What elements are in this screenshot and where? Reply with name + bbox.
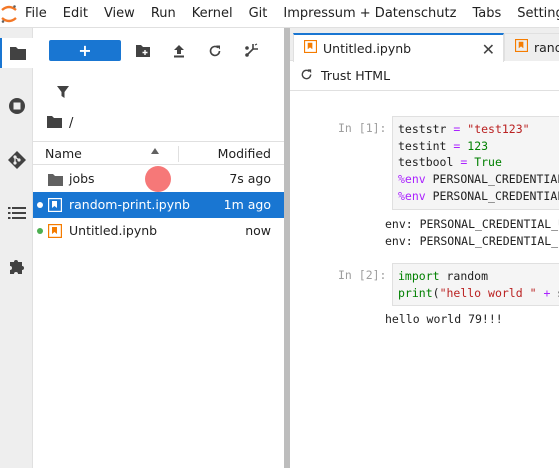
toc-icon[interactable] <box>0 198 33 228</box>
menu-git[interactable]: Git <box>241 0 276 28</box>
running-indicator-dot <box>37 228 43 234</box>
file-row-untitled[interactable]: Untitled.ipynb now <box>33 218 284 244</box>
file-name: jobs <box>69 171 95 186</box>
code-line: import random <box>398 269 489 283</box>
new-folder-icon[interactable] <box>131 40 155 62</box>
upload-icon[interactable] <box>167 40 191 62</box>
column-modified-header[interactable]: Modified <box>218 146 271 161</box>
file-name: random-print.ipynb <box>69 197 190 212</box>
tab-random-print[interactable]: rando <box>504 33 559 61</box>
cell-prompt: In [1]: <box>338 121 387 135</box>
output-line: env: PERSONAL_CREDENTIAL_PA <box>385 233 559 248</box>
file-browser: + / Name Modified jobs 7s ago random-pri… <box>33 28 284 468</box>
file-row-random-print[interactable]: random-print.ipynb 1m ago <box>33 192 284 218</box>
menu-edit[interactable]: Edit <box>55 0 96 28</box>
filter-icon[interactable] <box>53 82 73 102</box>
menu-settings[interactable]: Settings <box>509 0 559 28</box>
notebook-icon <box>47 197 63 213</box>
folder-icon <box>47 171 63 187</box>
cell-editor[interactable]: teststr = "test123" testint = 123 testbo… <box>392 116 559 210</box>
notebook-icon <box>303 39 318 57</box>
tab-bar: Untitled.ipynb ✕ rando <box>290 28 559 62</box>
notebook-toolbar: Trust HTML <box>290 61 559 91</box>
code-line: testbool = True <box>398 155 502 170</box>
menu-impressum[interactable]: Impressum + Datenschutz <box>275 0 464 28</box>
code-line: %env PERSONAL_CREDENTIAL_ <box>398 172 559 187</box>
code-line: teststr = "test123" <box>398 122 530 136</box>
tab-label: rando <box>534 40 559 55</box>
code-line: testint = 123 <box>398 138 489 153</box>
notebook-icon <box>514 38 529 56</box>
main-area: Untitled.ipynb ✕ rando Trust HTML In [1]… <box>290 28 559 468</box>
tab-untitled[interactable]: Untitled.ipynb ✕ <box>293 33 504 62</box>
breadcrumb-root[interactable]: / <box>69 116 73 131</box>
cell-prompt: In [2]: <box>338 268 387 282</box>
code-line: %env PERSONAL_CREDENTIAL_ <box>398 188 559 203</box>
menu-view[interactable]: View <box>96 0 143 28</box>
activity-bar <box>0 28 33 468</box>
file-list-header: Name Modified <box>33 141 284 165</box>
menu-tabs[interactable]: Tabs <box>464 0 509 28</box>
output-line: hello world 79!!! <box>385 312 503 326</box>
output-line: env: PERSONAL_CREDENTIAL_US <box>385 217 559 231</box>
tab-label: Untitled.ipynb <box>323 41 412 56</box>
menu-bar: File Edit View Run Kernel Git Impressum … <box>0 0 559 28</box>
git-icon[interactable] <box>0 145 33 175</box>
code-line: print("hello world " + st <box>398 285 559 300</box>
home-folder-icon[interactable] <box>47 115 62 132</box>
cell-editor[interactable]: import random print("hello world " + st <box>392 263 559 307</box>
sort-ascending-icon <box>151 148 159 154</box>
refresh-icon[interactable] <box>203 40 227 62</box>
menu-file[interactable]: File <box>18 0 55 28</box>
cell-output: hello world 79!!! <box>385 311 503 328</box>
running-indicator-dot <box>37 202 43 208</box>
column-name-header[interactable]: Name <box>45 146 82 161</box>
running-icon[interactable] <box>0 91 33 121</box>
close-tab-icon[interactable]: ✕ <box>482 40 495 59</box>
file-modified: 1m ago <box>223 197 271 212</box>
trust-html-button[interactable]: Trust HTML <box>321 68 390 83</box>
extensions-icon[interactable] <box>0 251 33 281</box>
column-divider[interactable] <box>178 146 179 162</box>
jupyter-logo-icon[interactable] <box>0 0 18 28</box>
new-launcher-button[interactable]: + <box>49 40 121 61</box>
reload-icon[interactable] <box>300 68 313 84</box>
file-name: Untitled.ipynb <box>69 223 158 238</box>
notebook-icon <box>47 223 63 239</box>
mouse-cursor-indicator <box>145 166 171 192</box>
cell-output: env: PERSONAL_CREDENTIAL_US env: PERSONA… <box>385 216 559 249</box>
file-modified: 7s ago <box>229 171 271 186</box>
breadcrumb: / <box>47 114 73 132</box>
file-modified: now <box>245 223 271 238</box>
menu-run[interactable]: Run <box>143 0 184 28</box>
git-clone-icon[interactable] <box>239 40 263 62</box>
folder-icon[interactable] <box>0 38 33 68</box>
menu-kernel[interactable]: Kernel <box>184 0 241 28</box>
